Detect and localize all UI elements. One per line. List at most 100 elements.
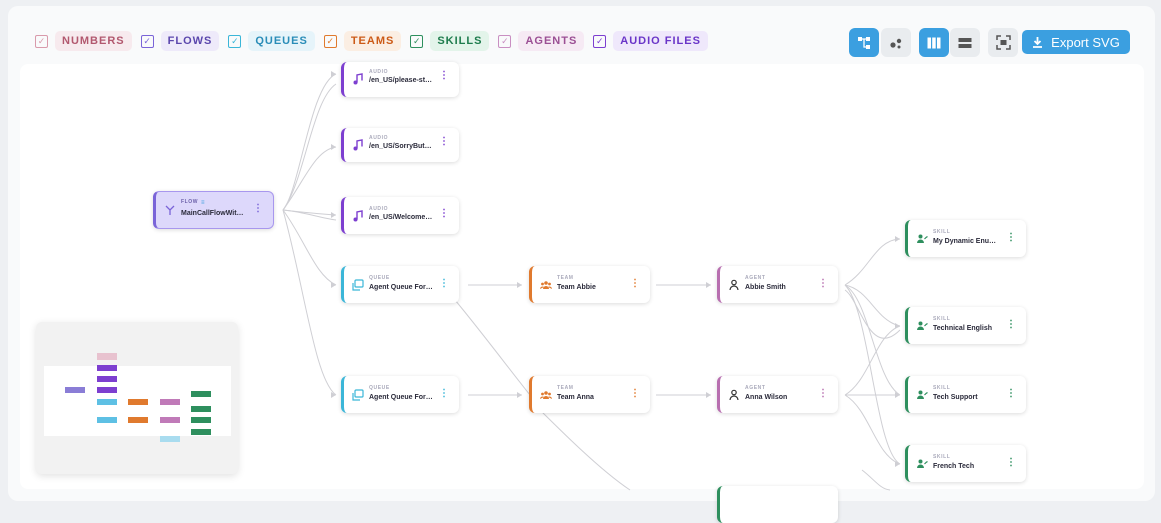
filter-flows[interactable]: ✓ FLOWS: [140, 31, 220, 51]
node-label: Tech Support: [933, 394, 978, 401]
node-type: SKILL: [933, 316, 951, 322]
fit-view-button[interactable]: [988, 28, 1018, 57]
node-menu-icon[interactable]: ⋮: [253, 204, 263, 214]
music-note-icon: [353, 139, 363, 151]
agents-checkbox[interactable]: ✓: [498, 34, 512, 48]
node-type: AUDIO: [369, 206, 389, 212]
audio-node[interactable]: AUDIO /en_US/please-st… ⋮: [341, 62, 459, 97]
filter-label: TEAMS: [343, 31, 402, 51]
audio-node[interactable]: AUDIO /en_US/SorryBut… ⋮: [341, 128, 459, 162]
filter-label: QUEUES: [248, 31, 315, 51]
flow-branch-icon: [165, 205, 175, 215]
node-label: /en_US/please-st…: [369, 77, 433, 84]
node-label: Anna Wilson: [745, 394, 788, 401]
agent-node[interactable]: AGENT Abbie Smith ⋮: [717, 266, 838, 303]
node-menu-icon[interactable]: ⋮: [1006, 389, 1016, 399]
graph-layout-button[interactable]: [881, 28, 911, 57]
node-menu-icon[interactable]: ⋮: [439, 71, 449, 81]
node-label: Technical English: [933, 325, 992, 332]
node-label: Agent Queue For…: [369, 394, 433, 401]
filter-agents[interactable]: ✓ AGENTS: [498, 31, 585, 51]
graph-layout-icon: [890, 38, 902, 48]
node-label: Team Abbie: [557, 284, 596, 291]
skill-user-icon: [917, 321, 928, 330]
agent-node-partial[interactable]: [717, 486, 838, 523]
filter-skills[interactable]: ✓ SKILLS: [410, 31, 490, 51]
node-type: AUDIO: [369, 135, 389, 141]
download-icon: [1033, 37, 1043, 48]
node-menu-icon[interactable]: ⋮: [1006, 233, 1016, 243]
node-menu-icon[interactable]: ⋮: [439, 279, 449, 289]
skill-user-icon: [917, 390, 928, 399]
flow-node[interactable]: FLOW MainCallFlowWit… ≡ ⋮: [153, 191, 274, 229]
filter-label: NUMBERS: [55, 31, 132, 51]
flow-list-icon: ≡: [201, 200, 205, 206]
skill-node[interactable]: SKILL French Tech ⋮: [905, 445, 1026, 482]
type-filters: ✓ NUMBERS ✓ FLOWS ✓ QUEUES ✓ TEAMS ✓ SKI…: [35, 31, 708, 51]
agent-node[interactable]: AGENT Anna Wilson ⋮: [717, 376, 838, 413]
queues-checkbox[interactable]: ✓: [228, 34, 242, 48]
columns-icon: [927, 37, 941, 48]
numbers-checkbox[interactable]: ✓: [35, 34, 48, 48]
filter-label: SKILLS: [430, 31, 490, 51]
skill-user-icon: [917, 459, 928, 468]
teams-checkbox[interactable]: ✓: [323, 34, 337, 48]
node-type: QUEUE: [369, 385, 390, 391]
skills-checkbox[interactable]: ✓: [410, 34, 424, 48]
fit-view-icon: [995, 35, 1011, 50]
view-tools: [849, 28, 1018, 57]
audio-node[interactable]: AUDIO /en_US/Welcome… ⋮: [341, 197, 459, 234]
music-note-icon: [353, 73, 363, 85]
node-menu-icon[interactable]: ⋮: [818, 279, 828, 289]
node-type: AUDIO: [369, 69, 389, 75]
node-type: QUEUE: [369, 275, 390, 281]
node-menu-icon[interactable]: ⋮: [818, 389, 828, 399]
node-label: French Tech: [933, 463, 975, 470]
node-label: /en_US/SorryBut…: [369, 143, 432, 150]
skill-node[interactable]: SKILL My Dynamic Enu… ⋮: [905, 220, 1026, 257]
filter-label: AUDIO FILES: [613, 31, 708, 51]
node-menu-icon[interactable]: ⋮: [630, 279, 640, 289]
node-menu-icon[interactable]: ⋮: [439, 209, 449, 219]
team-people-icon: [540, 391, 552, 399]
queue-node[interactable]: QUEUE Agent Queue For… ⋮: [341, 376, 459, 413]
minimap-preview: [44, 353, 231, 442]
filter-teams[interactable]: ✓ TEAMS: [323, 31, 402, 51]
export-svg-button[interactable]: Export SVG: [1022, 30, 1130, 54]
skill-node[interactable]: SKILL Tech Support ⋮: [905, 376, 1026, 413]
tree-layout-icon: [858, 36, 870, 49]
skill-node[interactable]: SKILL Technical English ⋮: [905, 307, 1026, 344]
tree-layout-button[interactable]: [849, 28, 879, 57]
node-type: AGENT: [745, 385, 766, 391]
queue-stack-icon: [352, 389, 364, 401]
node-type: FLOW: [181, 199, 199, 205]
music-note-icon: [353, 210, 363, 222]
queue-node[interactable]: QUEUE Agent Queue For… ⋮: [341, 266, 459, 303]
skill-user-icon: [917, 234, 928, 243]
node-type: SKILL: [933, 229, 951, 235]
node-type: SKILL: [933, 454, 951, 460]
node-label: /en_US/Welcome…: [369, 214, 433, 221]
team-node[interactable]: TEAM Team Abbie ⋮: [529, 266, 650, 303]
rows-view-button[interactable]: [950, 28, 980, 57]
minimap[interactable]: [36, 322, 238, 474]
node-label: My Dynamic Enu…: [933, 238, 997, 245]
team-node[interactable]: TEAM Team Anna ⋮: [529, 376, 650, 413]
filter-numbers[interactable]: ✓ NUMBERS: [35, 31, 132, 51]
node-menu-icon[interactable]: ⋮: [630, 389, 640, 399]
queue-stack-icon: [352, 279, 364, 291]
person-icon: [729, 279, 739, 291]
filter-audio-files[interactable]: ✓ AUDIO FILES: [593, 31, 708, 51]
node-type: TEAM: [557, 385, 574, 391]
node-type: TEAM: [557, 275, 574, 281]
node-menu-icon[interactable]: ⋮: [439, 389, 449, 399]
filter-queues[interactable]: ✓ QUEUES: [228, 31, 315, 51]
audio-files-checkbox[interactable]: ✓: [593, 34, 607, 48]
flows-checkbox[interactable]: ✓: [140, 34, 154, 48]
columns-view-button[interactable]: [919, 28, 949, 57]
node-menu-icon[interactable]: ⋮: [1006, 320, 1016, 330]
node-label: MainCallFlowWit…: [181, 210, 244, 217]
node-menu-icon[interactable]: ⋮: [1006, 458, 1016, 468]
node-menu-icon[interactable]: ⋮: [439, 137, 449, 147]
export-label: Export SVG: [1051, 34, 1120, 50]
